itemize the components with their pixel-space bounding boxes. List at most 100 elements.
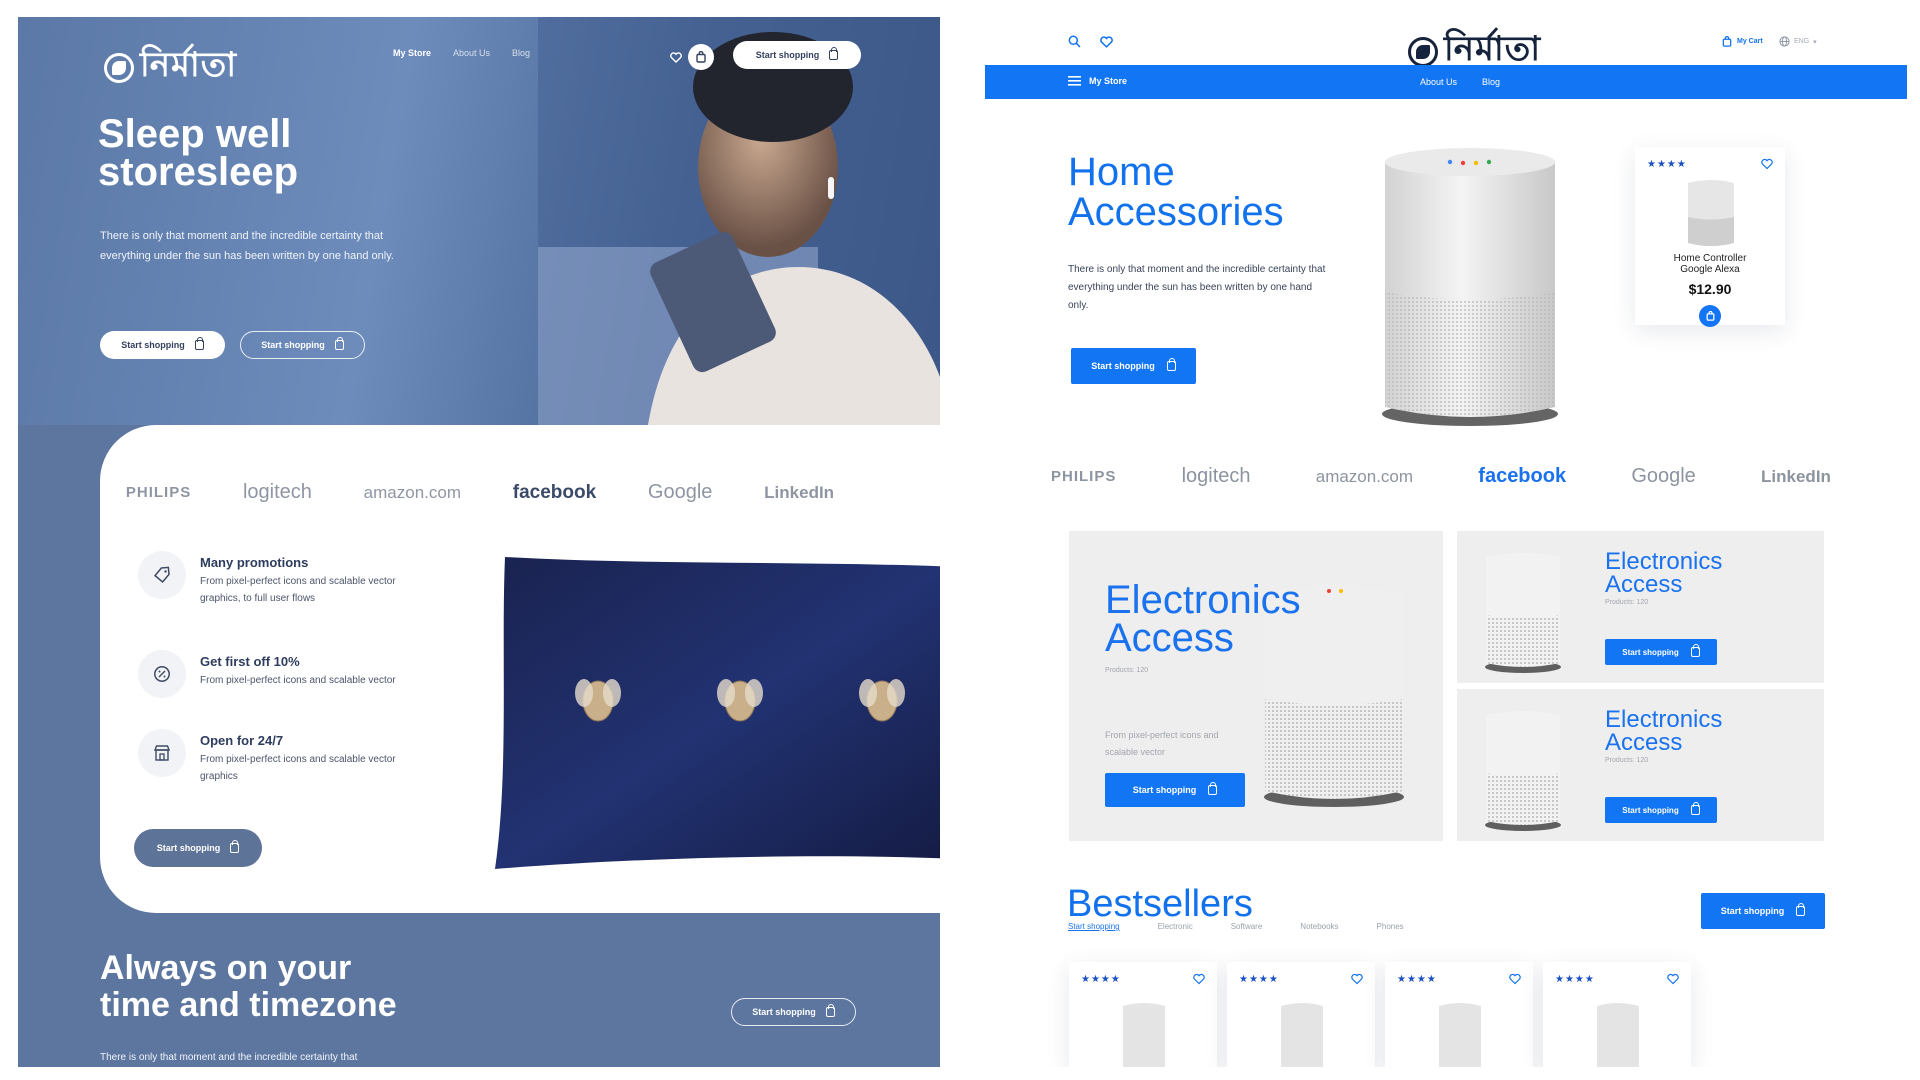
tab-start-shopping[interactable]: Start shopping bbox=[1068, 922, 1120, 931]
brand-logitech: logitech bbox=[242, 481, 312, 503]
hamburger-menu-icon bbox=[1068, 76, 1081, 86]
rating-stars: ★★★★ bbox=[1397, 974, 1437, 985]
product-price: $12.90 bbox=[1688, 281, 1732, 297]
bag-icon bbox=[1690, 644, 1700, 657]
search-icon[interactable] bbox=[1068, 35, 1081, 48]
tag-icon bbox=[138, 551, 186, 599]
my-cart-link[interactable]: My Cart bbox=[1722, 36, 1763, 47]
chevron-down-icon: ▾ bbox=[1813, 38, 1817, 46]
product-speaker-image bbox=[1439, 1003, 1481, 1067]
tile-start-shopping-button[interactable]: Start shopping bbox=[1605, 797, 1717, 823]
hero-description: There is only that moment and the incred… bbox=[100, 230, 394, 262]
product-speaker-image bbox=[1688, 180, 1734, 246]
brand-google: Google bbox=[647, 481, 713, 503]
tile-product-count: Products: 120 bbox=[1105, 667, 1149, 674]
bestsellers-start-shopping-button[interactable]: Start shopping bbox=[1701, 893, 1825, 929]
tab-phones[interactable]: Phones bbox=[1377, 922, 1404, 931]
feature-text: From pixel-perfect icons and scalable ve… bbox=[200, 675, 396, 686]
product-speaker-image bbox=[1123, 1003, 1165, 1067]
hero-start-shopping-button[interactable]: Start shopping bbox=[100, 331, 225, 359]
tab-notebooks[interactable]: Notebooks bbox=[1300, 922, 1338, 931]
product-speaker-image bbox=[1597, 1003, 1639, 1067]
logo-globe-icon bbox=[104, 52, 134, 83]
favorite-heart-icon[interactable] bbox=[1509, 973, 1521, 985]
logo-globe-icon bbox=[1408, 36, 1438, 67]
tile-title: Electronics Access bbox=[1605, 708, 1722, 756]
bag-icon bbox=[230, 840, 240, 853]
header-start-shopping-button[interactable]: Start shopping bbox=[733, 41, 861, 69]
tile-start-shopping-label: Start shopping bbox=[1622, 647, 1679, 657]
hero-start-shopping-outline-button[interactable]: Start shopping bbox=[240, 331, 365, 359]
bag-icon bbox=[194, 337, 204, 350]
rating-stars: ★★★★ bbox=[1647, 159, 1687, 170]
favorite-heart-icon[interactable] bbox=[1193, 973, 1205, 985]
store-icon bbox=[138, 729, 186, 777]
bag-icon bbox=[829, 47, 839, 60]
favorite-heart-icon[interactable] bbox=[1667, 973, 1679, 985]
wishlist-heart-icon[interactable] bbox=[663, 44, 689, 70]
tile-start-shopping-button[interactable]: Start shopping bbox=[1105, 773, 1245, 807]
hero-start-shopping-label: Start shopping bbox=[121, 340, 185, 350]
nav-blog[interactable]: Blog bbox=[1482, 77, 1500, 87]
my-cart-label: My Cart bbox=[1737, 38, 1763, 45]
logo[interactable]: নির্মাতা bbox=[104, 39, 237, 96]
smart-speaker-image bbox=[1485, 711, 1561, 831]
favorite-heart-icon[interactable] bbox=[1351, 973, 1363, 985]
tile-start-shopping-button[interactable]: Start shopping bbox=[1605, 639, 1717, 665]
blue-nav-bar: My Store About Us Blog bbox=[985, 65, 1907, 99]
bestseller-card[interactable]: ★★★★ bbox=[1385, 962, 1533, 1067]
hero-start-shopping-button[interactable]: Start shopping bbox=[1071, 348, 1196, 384]
brand-facebook: facebook bbox=[512, 481, 597, 503]
nav-about-us[interactable]: About Us bbox=[1420, 77, 1457, 87]
tile-start-shopping-label: Start shopping bbox=[1132, 785, 1197, 795]
menu-my-store[interactable]: My Store bbox=[1068, 76, 1127, 86]
wishlist-heart-icon[interactable] bbox=[1100, 36, 1113, 48]
bottom-start-shopping-label: Start shopping bbox=[752, 1007, 816, 1017]
product-name: Home Controller Google Alexa bbox=[1635, 253, 1785, 275]
hero-title-line1: Home bbox=[1068, 150, 1175, 194]
product-name-line1: Home Controller bbox=[1673, 253, 1747, 264]
add-to-cart-button[interactable] bbox=[1699, 305, 1721, 327]
feature-title: Open for 24/7 bbox=[200, 733, 284, 748]
tile-title-line2: Access bbox=[1605, 728, 1683, 756]
nav-my-store[interactable]: My Store bbox=[393, 48, 431, 58]
tile-title-line1: Electronics bbox=[1105, 578, 1301, 622]
language-selector[interactable]: ENG ▾ bbox=[1779, 36, 1817, 47]
features-start-shopping-label: Start shopping bbox=[156, 843, 221, 853]
tile-title-line2: Access bbox=[1105, 616, 1234, 660]
bag-icon bbox=[334, 337, 344, 350]
nav-about-us[interactable]: About Us bbox=[453, 48, 490, 58]
tab-software[interactable]: Software bbox=[1231, 922, 1263, 931]
smart-speaker-image bbox=[1382, 148, 1558, 426]
bag-icon bbox=[1796, 903, 1806, 916]
bag-icon bbox=[1690, 802, 1700, 815]
hero-section: নির্মাতা My Store About Us Blog Start sh… bbox=[18, 17, 940, 425]
bag-icon bbox=[1208, 782, 1218, 795]
rating-stars: ★★★★ bbox=[1555, 974, 1595, 985]
bottom-start-shopping-button[interactable]: Start shopping bbox=[731, 998, 856, 1026]
category-tile-bottom[interactable]: Electronics Access Products: 120 Start s… bbox=[1457, 689, 1824, 841]
hero-title-line1: Sleep well bbox=[98, 112, 292, 156]
cart-bag-icon[interactable] bbox=[688, 44, 714, 70]
right-mockup: নির্মাতা My Cart ENG ▾ My Store About Us… bbox=[985, 17, 1907, 1067]
brand-logitech: logitech bbox=[1181, 465, 1251, 487]
brand-facebook: facebook bbox=[1478, 465, 1567, 487]
category-tile-large[interactable]: Electronics Access Products: 120 From pi… bbox=[1069, 531, 1443, 841]
bestseller-card[interactable]: ★★★★ bbox=[1543, 962, 1691, 1067]
category-tile-top[interactable]: Electronics Access Products: 120 Start s… bbox=[1457, 531, 1824, 683]
tile-start-shopping-label: Start shopping bbox=[1622, 805, 1679, 815]
features-card: PHILIPS logitech amazon.com facebook Goo… bbox=[100, 425, 940, 913]
nav-blog[interactable]: Blog bbox=[512, 48, 530, 58]
bestseller-card[interactable]: ★★★★ bbox=[1069, 962, 1217, 1067]
bestseller-card[interactable]: ★★★★ bbox=[1227, 962, 1375, 1067]
favorite-heart-icon[interactable] bbox=[1761, 158, 1773, 170]
brand-linkedin: LinkedIn bbox=[764, 482, 835, 502]
header-start-shopping-label: Start shopping bbox=[755, 50, 820, 60]
featured-product-card[interactable]: ★★★★ Home Controller Google Alexa $12.90 bbox=[1635, 147, 1785, 327]
features-start-shopping-button[interactable]: Start shopping bbox=[134, 829, 262, 867]
tab-electronic[interactable]: Electronic bbox=[1158, 922, 1193, 931]
nav-my-store: My Store bbox=[1089, 76, 1128, 86]
top-bar: নির্মাতা My Cart ENG ▾ bbox=[985, 17, 1907, 69]
brand-amazon: amazon.com bbox=[1315, 466, 1414, 486]
feature-text: From pixel-perfect icons and scalable ve… bbox=[200, 576, 396, 604]
